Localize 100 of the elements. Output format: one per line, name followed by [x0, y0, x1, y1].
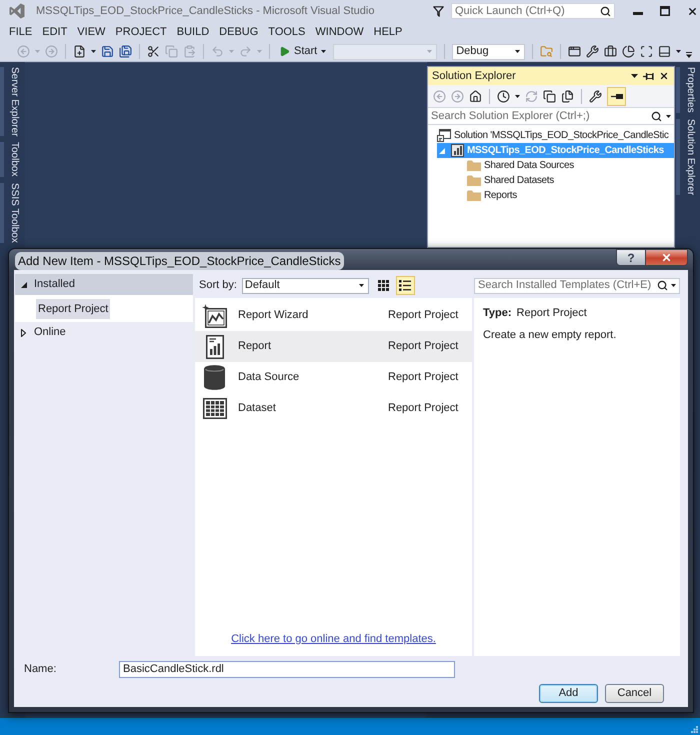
name-label: Name: [24, 662, 58, 677]
help-button[interactable]: ? [616, 249, 646, 266]
template-item[interactable]: Report Report Project [195, 331, 472, 362]
menu-item[interactable]: PROJECT [110, 23, 172, 41]
sort-dropdown[interactable]: Default [242, 278, 369, 294]
template-type: Report Project [388, 339, 458, 354]
menu-item[interactable]: HELP [368, 23, 408, 41]
tree-item[interactable]: Shared Data Sources [453, 158, 576, 173]
caret-icon [515, 94, 520, 98]
panel-title: Solution Explorer [432, 68, 517, 84]
menu-item[interactable]: FILE [4, 23, 38, 41]
category-header[interactable]: Online [15, 322, 193, 343]
side-tab[interactable]: Solution Explorer [676, 118, 698, 195]
description-text: Create a new empty report. [483, 328, 618, 342]
scissors-icon[interactable] [147, 45, 160, 58]
overflow-icon[interactable] [686, 52, 692, 58]
expander-icon[interactable] [21, 328, 26, 336]
briefcase-icon[interactable] [604, 45, 618, 58]
close-button[interactable] [646, 249, 688, 266]
menu-item[interactable]: TOOLS [263, 23, 310, 41]
search-icon [600, 6, 611, 16]
category-item[interactable]: Report Project [36, 298, 110, 320]
tree-item[interactable]: Solution 'MSSQLTips_EOD_StockPrice_CandleStic [437, 128, 671, 143]
pin-icon[interactable] [643, 72, 654, 80]
type-label: Type: [483, 306, 512, 321]
line-chart-sparkle-icon [202, 304, 227, 328]
view-button[interactable] [396, 276, 415, 295]
expander-icon[interactable] [21, 282, 27, 288]
online-link[interactable]: Click here to go online and find templates. [231, 630, 436, 647]
home-icon[interactable] [469, 90, 482, 102]
caret-icon [257, 50, 262, 53]
dialog-title: Add New Item - MSSQLTips_EOD_StockPrice_CandleSticks [15, 252, 344, 270]
template-type: Report Project [388, 308, 458, 324]
sort-label: Sort by: [199, 278, 237, 294]
folder-icon [467, 190, 481, 201]
name-field[interactable]: BasicCandleStick.rdl [119, 660, 455, 678]
save-icon[interactable] [101, 45, 114, 58]
folder-icon [467, 160, 481, 171]
caret-icon [91, 50, 96, 53]
caret-icon [671, 284, 676, 287]
dialog-button[interactable]: Cancel [605, 684, 664, 703]
close-icon[interactable] [687, 6, 698, 16]
menu-item[interactable]: DEBUG [214, 23, 264, 41]
tree-item[interactable]: Reports [453, 188, 519, 203]
caret-icon [676, 50, 682, 53]
folder-icon [467, 175, 481, 186]
menu-item[interactable]: BUILD [172, 23, 214, 41]
quick-launch-field[interactable]: Quick Launch (Ctrl+Q) [451, 3, 615, 19]
template-type: Report Project [388, 401, 458, 416]
side-tab[interactable]: Properties [676, 67, 698, 113]
window-title: MSSQLTips_EOD_StockPrice_CandleSticks - Microsoft Visual Studio [36, 4, 374, 19]
files-icon[interactable] [561, 90, 574, 102]
logo-icon [9, 3, 25, 19]
save-all-icon[interactable] [119, 45, 132, 58]
type-value: Report Project [516, 306, 587, 321]
caret-icon [666, 114, 671, 118]
search-icon [651, 110, 662, 122]
menu-item[interactable]: WINDOW [310, 23, 369, 41]
resize-grip-icon [691, 726, 698, 733]
caret-icon [321, 50, 326, 53]
clock-icon[interactable] [497, 90, 510, 102]
caret-icon[interactable] [631, 74, 638, 78]
wrench-icon[interactable] [586, 45, 600, 58]
start-button[interactable]: Start [277, 43, 328, 60]
cylinder-icon [204, 365, 225, 390]
configuration-dropdown[interactable]: Debug [452, 44, 526, 60]
tree-item[interactable]: Shared Datasets [453, 173, 556, 188]
menu-item[interactable]: VIEW [72, 23, 110, 41]
menu-item[interactable]: EDIT [37, 23, 72, 41]
template-name: Report Wizard [238, 308, 310, 324]
template-name: Report [238, 339, 272, 354]
new-file-icon[interactable] [73, 45, 86, 58]
list-icon [399, 280, 412, 291]
template-type: Report Project [388, 370, 458, 386]
search-field[interactable]: Search Installed Templates (Ctrl+E) [474, 278, 680, 294]
caret-icon [358, 284, 364, 287]
stacked-squares-icon[interactable] [543, 90, 556, 102]
panel-icon[interactable] [658, 45, 672, 58]
category-header[interactable]: Installed [15, 274, 193, 295]
bar-chart-document-icon [206, 334, 224, 358]
funnel-icon[interactable] [433, 6, 444, 16]
window-icon[interactable] [568, 45, 582, 58]
caret-icon [515, 50, 520, 53]
toggle-button[interactable] [607, 86, 626, 106]
template-name: Data Source [238, 370, 300, 386]
dialog-button[interactable]: Add [539, 684, 598, 703]
bar-chart-box-icon [451, 144, 464, 157]
corner-brackets-icon[interactable] [640, 45, 654, 58]
maximize-icon[interactable] [660, 6, 670, 16]
wrench-icon[interactable] [589, 90, 602, 102]
close-icon[interactable] [659, 71, 669, 81]
close-icon [661, 252, 672, 263]
table-grid-icon [202, 398, 226, 419]
caret-icon [35, 50, 40, 53]
search-icon [657, 280, 668, 291]
pie-chart-icon[interactable] [622, 45, 636, 58]
grid-icon [378, 280, 389, 291]
play-icon [279, 46, 290, 57]
search-field[interactable]: Search Solution Explorer (Ctrl+;) [428, 107, 674, 125]
template-name: Dataset [238, 401, 277, 416]
